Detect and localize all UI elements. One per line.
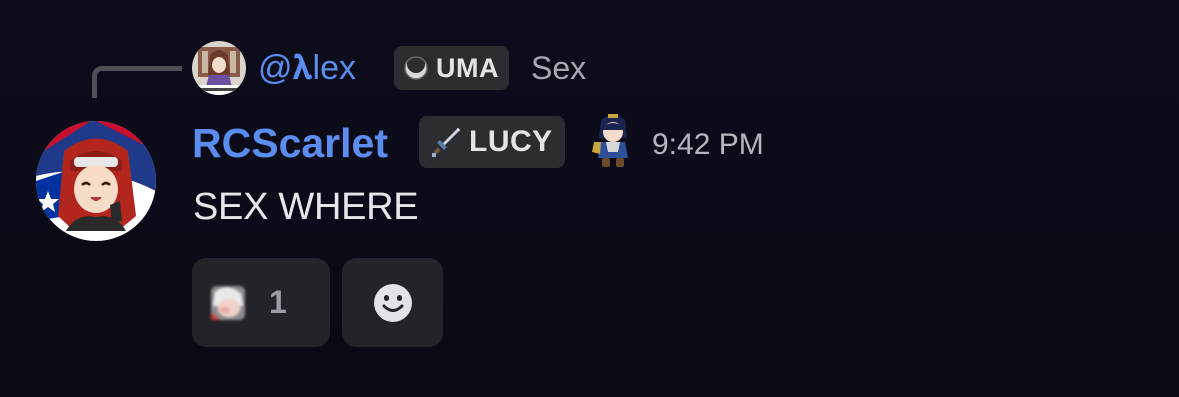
chibi-figure-icon [588, 112, 638, 170]
reply-author[interactable]: @𝛌lex [258, 46, 356, 90]
reply-avatar[interactable] [192, 41, 246, 95]
author-avatar[interactable] [36, 121, 156, 241]
blurred-face-emoji-icon [211, 285, 245, 320]
moon-badge-icon [404, 55, 428, 80]
chat-message: @𝛌lex UMA Sex RCScarlet LUCY 9:42 PM SEX… [0, 0, 1179, 397]
author-tag-label: LUCY [469, 125, 553, 158]
reply-connector-line [92, 66, 182, 98]
reply-content[interactable]: Sex [531, 46, 586, 90]
author-username[interactable]: RCScarlet [192, 115, 388, 171]
red-haired-anime-girl-avatar-icon [36, 121, 156, 241]
smiley-face-icon [373, 283, 412, 322]
message-timestamp[interactable]: 9:42 PM [652, 125, 764, 165]
message-content: SEX WHERE [193, 186, 419, 228]
reply-author-tag[interactable]: UMA [394, 46, 509, 90]
author-tag[interactable]: LUCY [419, 116, 565, 168]
add-reaction-button[interactable] [342, 258, 443, 347]
reply-tag-label: UMA [436, 52, 499, 83]
reaction-pill[interactable]: 1 [192, 258, 330, 347]
pixel-sword-icon [432, 128, 460, 157]
horse-girl-avatar-icon [192, 41, 246, 95]
reaction-count: 1 [269, 284, 287, 320]
